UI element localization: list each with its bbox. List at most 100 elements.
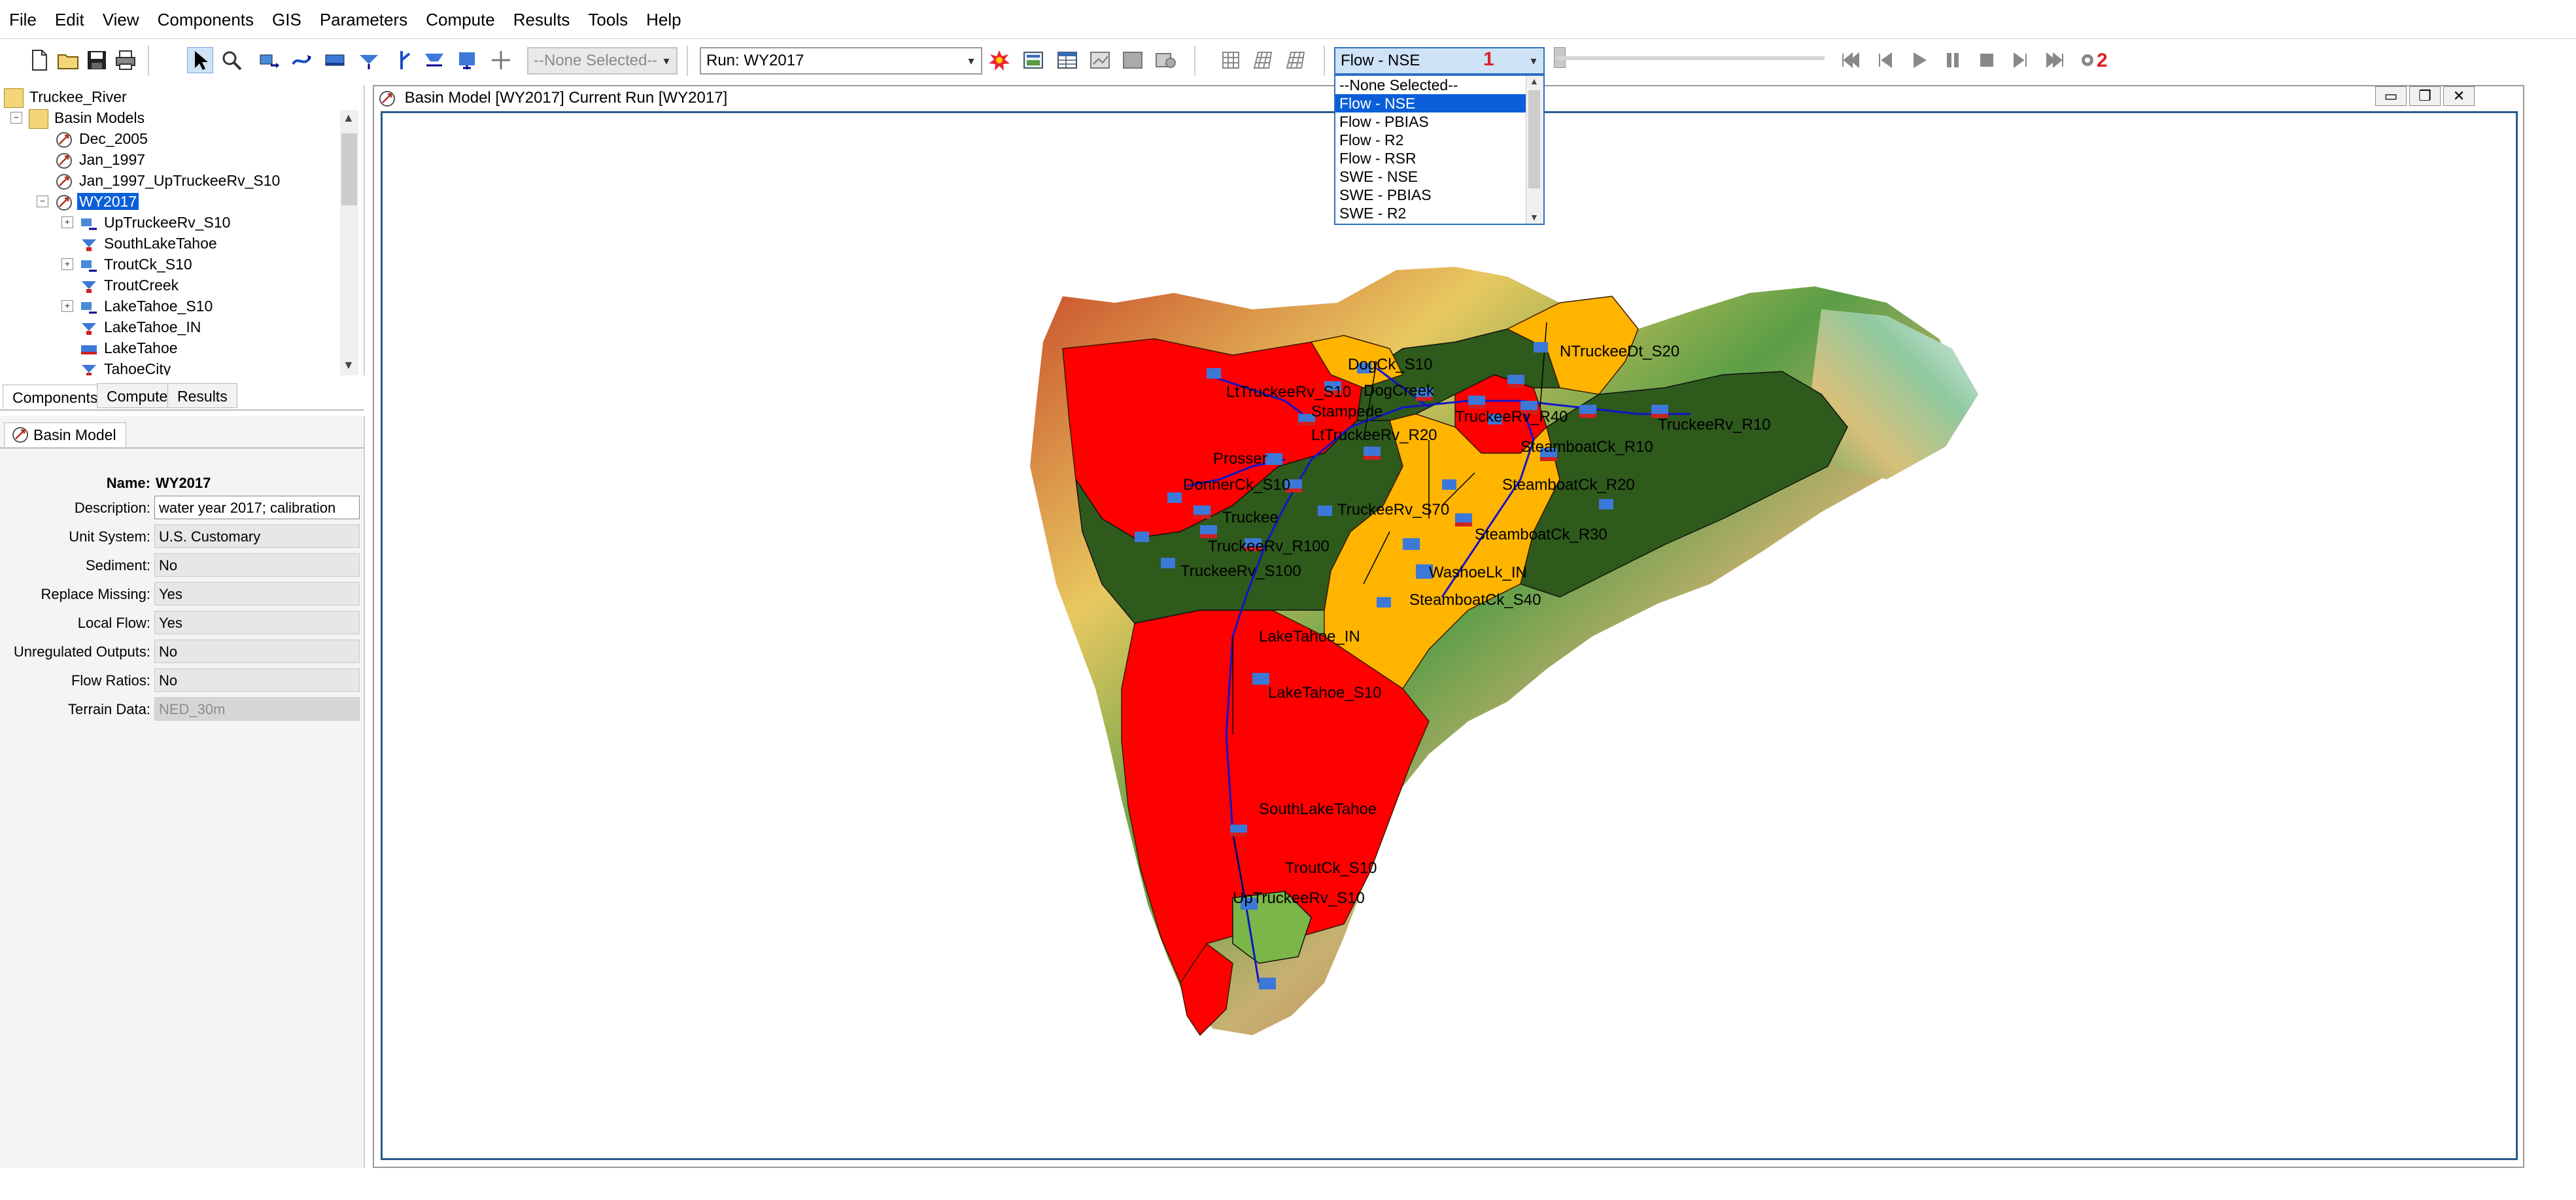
dropdown-option-selected[interactable]: Flow - NSE	[1335, 94, 1543, 112]
tree-root[interactable]: Truckee_River	[4, 86, 129, 108]
basin-map-canvas[interactable]: DogCk_S10 NTruckeeDt_S20 LtTruckeeRv_S10…	[381, 111, 2518, 1160]
element-selector[interactable]: --None Selected-- ▾	[527, 47, 678, 75]
play-icon[interactable]	[1906, 47, 1932, 73]
graph-icon[interactable]	[1087, 47, 1113, 73]
restore-window-button[interactable]: ❐	[2409, 86, 2441, 106]
source-tool-icon[interactable]	[421, 47, 447, 73]
close-window-button[interactable]: ✕	[2443, 86, 2475, 106]
description-field[interactable]: water year 2017; calibration	[154, 496, 360, 519]
tree-element-troutcreek[interactable]: TroutCreek	[80, 275, 180, 296]
menu-compute[interactable]: Compute	[417, 0, 504, 37]
collapse-icon[interactable]: −	[37, 196, 48, 207]
replace-missing-select[interactable]: Yes	[154, 582, 360, 606]
sink-tool-icon[interactable]	[454, 47, 480, 73]
dropdown-option[interactable]: SWE - R2	[1335, 204, 1543, 222]
arrow-tool-icon[interactable]	[187, 47, 213, 73]
open-folder-icon[interactable]	[55, 47, 81, 73]
dropdown-option[interactable]: Flow - RSR	[1335, 149, 1543, 167]
metric-dropdown-list[interactable]: --None Selected-- Flow - NSE Flow - PBIA…	[1334, 75, 1545, 225]
tree-element-uptruckeerv-s10[interactable]: UpTruckeeRv_S10	[80, 212, 232, 233]
tree-element-southlaketahoe[interactable]: SouthLakeTahoe	[80, 233, 219, 254]
flow-ratios-select[interactable]: No	[154, 668, 360, 692]
unregulated-outputs-select[interactable]: No	[154, 640, 360, 663]
diversion-tool-icon[interactable]	[388, 47, 415, 73]
dropdown-option[interactable]: --None Selected--	[1335, 76, 1543, 94]
expand-icon[interactable]: +	[61, 300, 73, 312]
dropdown-scrollbar[interactable]: ▲ ▼	[1526, 76, 1543, 224]
scroll-down-icon[interactable]: ▼	[343, 358, 354, 372]
compute-run-icon[interactable]	[986, 47, 1012, 73]
stop-icon[interactable]	[1974, 47, 2000, 73]
basin-map-svg[interactable]: DogCk_S10 NTruckeeDt_S20 LtTruckeeRv_S10…	[383, 113, 2516, 1158]
menu-components[interactable]: Components	[148, 0, 263, 37]
skip-first-icon[interactable]	[1838, 47, 1864, 73]
step-forward-icon[interactable]	[2008, 47, 2034, 73]
dropdown-option[interactable]: SWE - PBIAS	[1335, 186, 1543, 204]
reservoir-tool-icon[interactable]	[322, 47, 348, 73]
grid-alt-icon[interactable]	[1283, 47, 1309, 73]
scroll-down-icon[interactable]: ▼	[1530, 212, 1539, 222]
time-series-icon[interactable]	[1152, 47, 1178, 73]
menu-edit[interactable]: Edit	[46, 0, 94, 37]
expand-icon[interactable]: +	[61, 258, 73, 270]
tree-element-laketahoe-s10[interactable]: LakeTahoe_S10	[80, 296, 215, 317]
tree-element-tahoecity[interactable]: TahoeCity	[80, 358, 173, 375]
summary-table-icon[interactable]	[1120, 47, 1146, 73]
chevron-down-icon: ▾	[968, 54, 974, 67]
tab-compute[interactable]: Compute	[97, 383, 178, 408]
tree-basin-models[interactable]: Basin Models	[29, 107, 146, 129]
menu-file[interactable]: File	[0, 0, 46, 37]
terrain-data-select[interactable]: NED_30m	[154, 697, 360, 721]
subbasin-tool-icon[interactable]	[256, 47, 283, 73]
menu-bar: File Edit View Components GIS Parameters…	[0, 0, 2576, 37]
tree-scrollbar-thumb[interactable]	[341, 133, 357, 205]
global-summary-icon[interactable]	[1020, 47, 1046, 73]
tree-element-laketahoe[interactable]: LakeTahoe	[80, 337, 180, 358]
tree-basin-model-wy2017[interactable]: WY2017	[55, 191, 139, 212]
tab-results[interactable]: Results	[167, 383, 237, 408]
tree-basin-model-dec2005[interactable]: Dec_2005	[55, 128, 150, 149]
zoom-icon[interactable]	[218, 47, 245, 73]
pause-icon[interactable]	[1940, 47, 1966, 73]
expand-icon[interactable]: +	[61, 216, 73, 228]
step-back-icon[interactable]	[1872, 47, 1898, 73]
run-selector[interactable]: Run: WY2017 ▾	[700, 47, 982, 75]
collapse-icon[interactable]: −	[10, 112, 22, 124]
print-icon[interactable]	[112, 47, 139, 73]
save-icon[interactable]	[84, 47, 110, 73]
new-file-icon[interactable]	[26, 47, 52, 73]
toolbar-separator	[1194, 46, 1195, 76]
menu-tools[interactable]: Tools	[579, 0, 637, 37]
metric-selector[interactable]: Flow - NSE ▾	[1334, 47, 1545, 75]
skip-last-icon[interactable]	[2042, 47, 2068, 73]
grid-perspective-icon[interactable]	[1250, 47, 1277, 73]
tree-basin-model-jan1997-uptruckee[interactable]: Jan_1997_UpTruckeeRv_S10	[55, 170, 282, 191]
unit-system-select[interactable]: U.S. Customary	[154, 524, 360, 548]
menu-results[interactable]: Results	[504, 0, 579, 37]
junction-tool-icon[interactable]	[356, 47, 382, 73]
reach-tool-icon[interactable]	[289, 47, 315, 73]
tab-components[interactable]: Components	[3, 385, 108, 409]
dropdown-option[interactable]: SWE - NSE	[1335, 167, 1543, 186]
scroll-up-icon[interactable]: ▲	[343, 111, 354, 125]
menu-help[interactable]: Help	[637, 0, 690, 37]
scroll-up-icon[interactable]: ▲	[1530, 76, 1539, 86]
tab-basin-model[interactable]: Basin Model	[4, 422, 126, 447]
minimize-window-button[interactable]: ▭	[2375, 86, 2407, 106]
menu-parameters[interactable]: Parameters	[311, 0, 417, 37]
add-element-icon[interactable]	[488, 47, 514, 73]
animation-slider[interactable]	[1556, 56, 1825, 60]
menu-view[interactable]: View	[94, 0, 148, 37]
dropdown-scrollbar-thumb[interactable]	[1528, 90, 1540, 188]
tree-element-laketahoe-in[interactable]: LakeTahoe_IN	[80, 317, 203, 337]
sediment-select[interactable]: No	[154, 553, 360, 577]
tree-basin-model-jan1997[interactable]: Jan_1997	[55, 149, 147, 170]
toolbar-separator	[148, 46, 149, 76]
tree-element-troutck-s10[interactable]: TroutCk_S10	[80, 254, 194, 275]
local-flow-select[interactable]: Yes	[154, 611, 360, 634]
menu-gis[interactable]: GIS	[263, 0, 311, 37]
dropdown-option[interactable]: Flow - R2	[1335, 131, 1543, 149]
results-table-icon[interactable]	[1054, 47, 1080, 73]
dropdown-option[interactable]: Flow - PBIAS	[1335, 112, 1543, 131]
grid-icon[interactable]	[1218, 47, 1244, 73]
